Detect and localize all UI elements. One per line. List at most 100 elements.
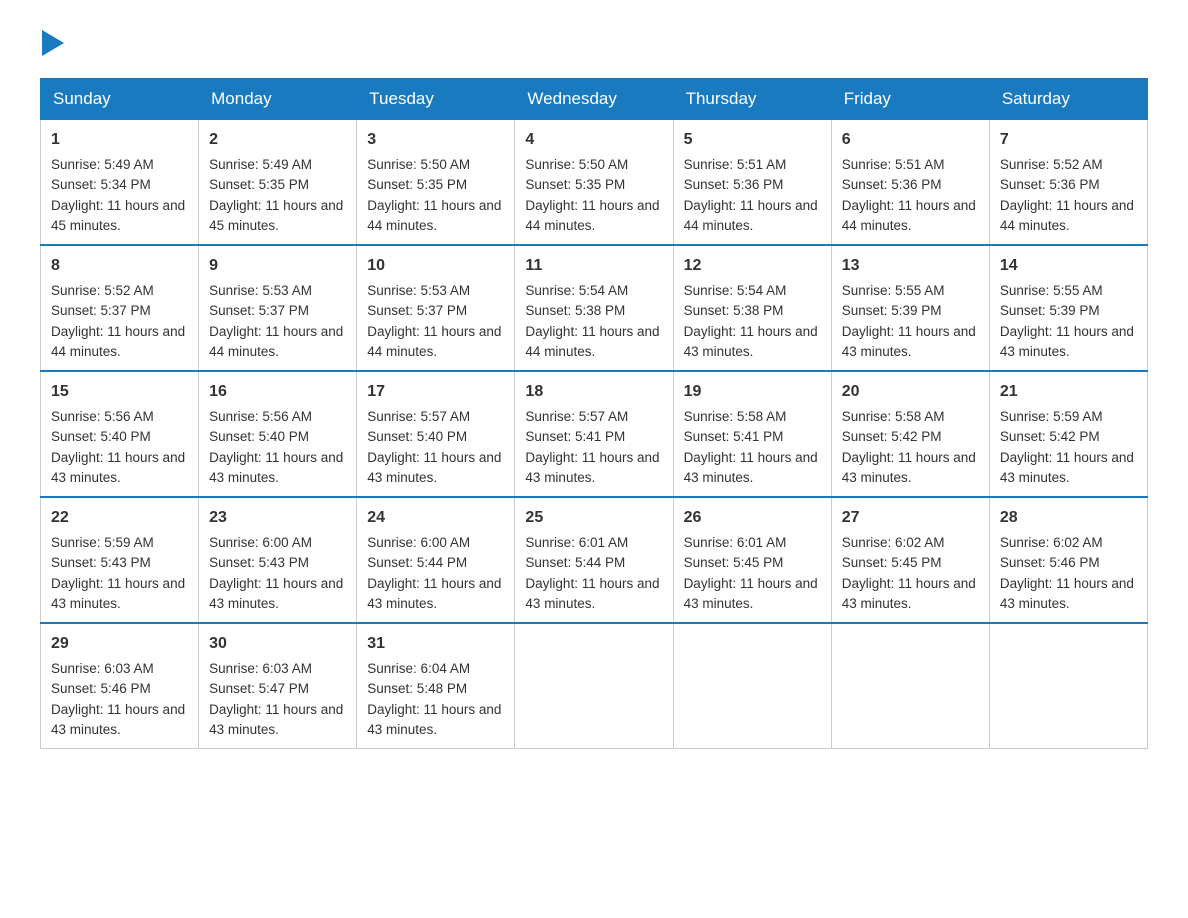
sunrise-label: Sunrise: 5:49 AM [51,157,154,172]
calendar-cell: 3 Sunrise: 5:50 AM Sunset: 5:35 PM Dayli… [357,120,515,246]
daylight-label: Daylight: 11 hours and 43 minutes. [842,324,976,359]
day-number: 4 [525,128,662,152]
calendar-cell: 21 Sunrise: 5:59 AM Sunset: 5:42 PM Dayl… [989,371,1147,497]
sunrise-label: Sunrise: 6:03 AM [51,661,154,676]
calendar-cell: 19 Sunrise: 5:58 AM Sunset: 5:41 PM Dayl… [673,371,831,497]
sunset-label: Sunset: 5:36 PM [842,177,942,192]
day-number: 16 [209,380,346,404]
sunrise-label: Sunrise: 5:53 AM [209,283,312,298]
daylight-label: Daylight: 11 hours and 43 minutes. [1000,450,1134,485]
sunset-label: Sunset: 5:40 PM [51,429,151,444]
day-number: 2 [209,128,346,152]
sunrise-label: Sunrise: 5:55 AM [1000,283,1103,298]
calendar-table: SundayMondayTuesdayWednesdayThursdayFrid… [40,78,1148,749]
week-row-3: 15 Sunrise: 5:56 AM Sunset: 5:40 PM Dayl… [41,371,1148,497]
sunrise-label: Sunrise: 5:57 AM [367,409,470,424]
sunset-label: Sunset: 5:40 PM [367,429,467,444]
col-header-saturday: Saturday [989,79,1147,120]
day-number: 24 [367,506,504,530]
daylight-label: Daylight: 11 hours and 43 minutes. [51,576,185,611]
calendar-cell: 17 Sunrise: 5:57 AM Sunset: 5:40 PM Dayl… [357,371,515,497]
daylight-label: Daylight: 11 hours and 45 minutes. [51,198,185,233]
sunset-label: Sunset: 5:47 PM [209,681,309,696]
sunset-label: Sunset: 5:35 PM [367,177,467,192]
col-header-sunday: Sunday [41,79,199,120]
week-row-2: 8 Sunrise: 5:52 AM Sunset: 5:37 PM Dayli… [41,245,1148,371]
sunrise-label: Sunrise: 5:51 AM [684,157,787,172]
page-header [40,30,1148,58]
logo [40,30,64,58]
day-number: 27 [842,506,979,530]
calendar-cell: 23 Sunrise: 6:00 AM Sunset: 5:43 PM Dayl… [199,497,357,623]
sunset-label: Sunset: 5:36 PM [684,177,784,192]
day-number: 22 [51,506,188,530]
sunrise-label: Sunrise: 5:56 AM [51,409,154,424]
sunrise-label: Sunrise: 5:51 AM [842,157,945,172]
daylight-label: Daylight: 11 hours and 43 minutes. [209,702,343,737]
col-header-tuesday: Tuesday [357,79,515,120]
day-number: 6 [842,128,979,152]
calendar-cell: 5 Sunrise: 5:51 AM Sunset: 5:36 PM Dayli… [673,120,831,246]
sunrise-label: Sunrise: 5:55 AM [842,283,945,298]
calendar-cell: 8 Sunrise: 5:52 AM Sunset: 5:37 PM Dayli… [41,245,199,371]
day-number: 1 [51,128,188,152]
sunrise-label: Sunrise: 6:00 AM [367,535,470,550]
sunrise-label: Sunrise: 5:54 AM [684,283,787,298]
sunset-label: Sunset: 5:39 PM [842,303,942,318]
col-header-thursday: Thursday [673,79,831,120]
daylight-label: Daylight: 11 hours and 43 minutes. [367,576,501,611]
daylight-label: Daylight: 11 hours and 43 minutes. [1000,324,1134,359]
sunset-label: Sunset: 5:43 PM [209,555,309,570]
calendar-cell: 14 Sunrise: 5:55 AM Sunset: 5:39 PM Dayl… [989,245,1147,371]
calendar-cell: 18 Sunrise: 5:57 AM Sunset: 5:41 PM Dayl… [515,371,673,497]
sunrise-label: Sunrise: 6:03 AM [209,661,312,676]
sunrise-label: Sunrise: 5:54 AM [525,283,628,298]
calendar-cell: 4 Sunrise: 5:50 AM Sunset: 5:35 PM Dayli… [515,120,673,246]
day-number: 17 [367,380,504,404]
daylight-label: Daylight: 11 hours and 43 minutes. [684,576,818,611]
calendar-cell: 20 Sunrise: 5:58 AM Sunset: 5:42 PM Dayl… [831,371,989,497]
sunset-label: Sunset: 5:44 PM [525,555,625,570]
day-number: 26 [684,506,821,530]
day-number: 29 [51,632,188,656]
sunrise-label: Sunrise: 6:02 AM [842,535,945,550]
sunset-label: Sunset: 5:41 PM [525,429,625,444]
calendar-cell [673,623,831,749]
sunset-label: Sunset: 5:42 PM [1000,429,1100,444]
daylight-label: Daylight: 11 hours and 44 minutes. [209,324,343,359]
day-number: 3 [367,128,504,152]
sunrise-label: Sunrise: 6:01 AM [684,535,787,550]
day-number: 11 [525,254,662,278]
daylight-label: Daylight: 11 hours and 44 minutes. [525,198,659,233]
calendar-cell: 11 Sunrise: 5:54 AM Sunset: 5:38 PM Dayl… [515,245,673,371]
calendar-cell: 16 Sunrise: 5:56 AM Sunset: 5:40 PM Dayl… [199,371,357,497]
sunrise-label: Sunrise: 5:58 AM [684,409,787,424]
sunset-label: Sunset: 5:46 PM [51,681,151,696]
sunset-label: Sunset: 5:38 PM [525,303,625,318]
daylight-label: Daylight: 11 hours and 43 minutes. [525,576,659,611]
calendar-cell: 1 Sunrise: 5:49 AM Sunset: 5:34 PM Dayli… [41,120,199,246]
daylight-label: Daylight: 11 hours and 44 minutes. [367,324,501,359]
day-number: 31 [367,632,504,656]
day-number: 19 [684,380,821,404]
sunrise-label: Sunrise: 5:52 AM [1000,157,1103,172]
col-header-monday: Monday [199,79,357,120]
calendar-cell: 10 Sunrise: 5:53 AM Sunset: 5:37 PM Dayl… [357,245,515,371]
day-number: 10 [367,254,504,278]
calendar-cell: 25 Sunrise: 6:01 AM Sunset: 5:44 PM Dayl… [515,497,673,623]
sunrise-label: Sunrise: 5:56 AM [209,409,312,424]
sunrise-label: Sunrise: 5:50 AM [367,157,470,172]
calendar-cell: 2 Sunrise: 5:49 AM Sunset: 5:35 PM Dayli… [199,120,357,246]
day-number: 28 [1000,506,1137,530]
day-number: 15 [51,380,188,404]
sunrise-label: Sunrise: 5:59 AM [1000,409,1103,424]
sunset-label: Sunset: 5:44 PM [367,555,467,570]
sunrise-label: Sunrise: 5:53 AM [367,283,470,298]
daylight-label: Daylight: 11 hours and 43 minutes. [209,450,343,485]
daylight-label: Daylight: 11 hours and 43 minutes. [684,450,818,485]
day-number: 23 [209,506,346,530]
sunrise-label: Sunrise: 5:59 AM [51,535,154,550]
sunrise-label: Sunrise: 5:58 AM [842,409,945,424]
day-number: 20 [842,380,979,404]
sunset-label: Sunset: 5:43 PM [51,555,151,570]
